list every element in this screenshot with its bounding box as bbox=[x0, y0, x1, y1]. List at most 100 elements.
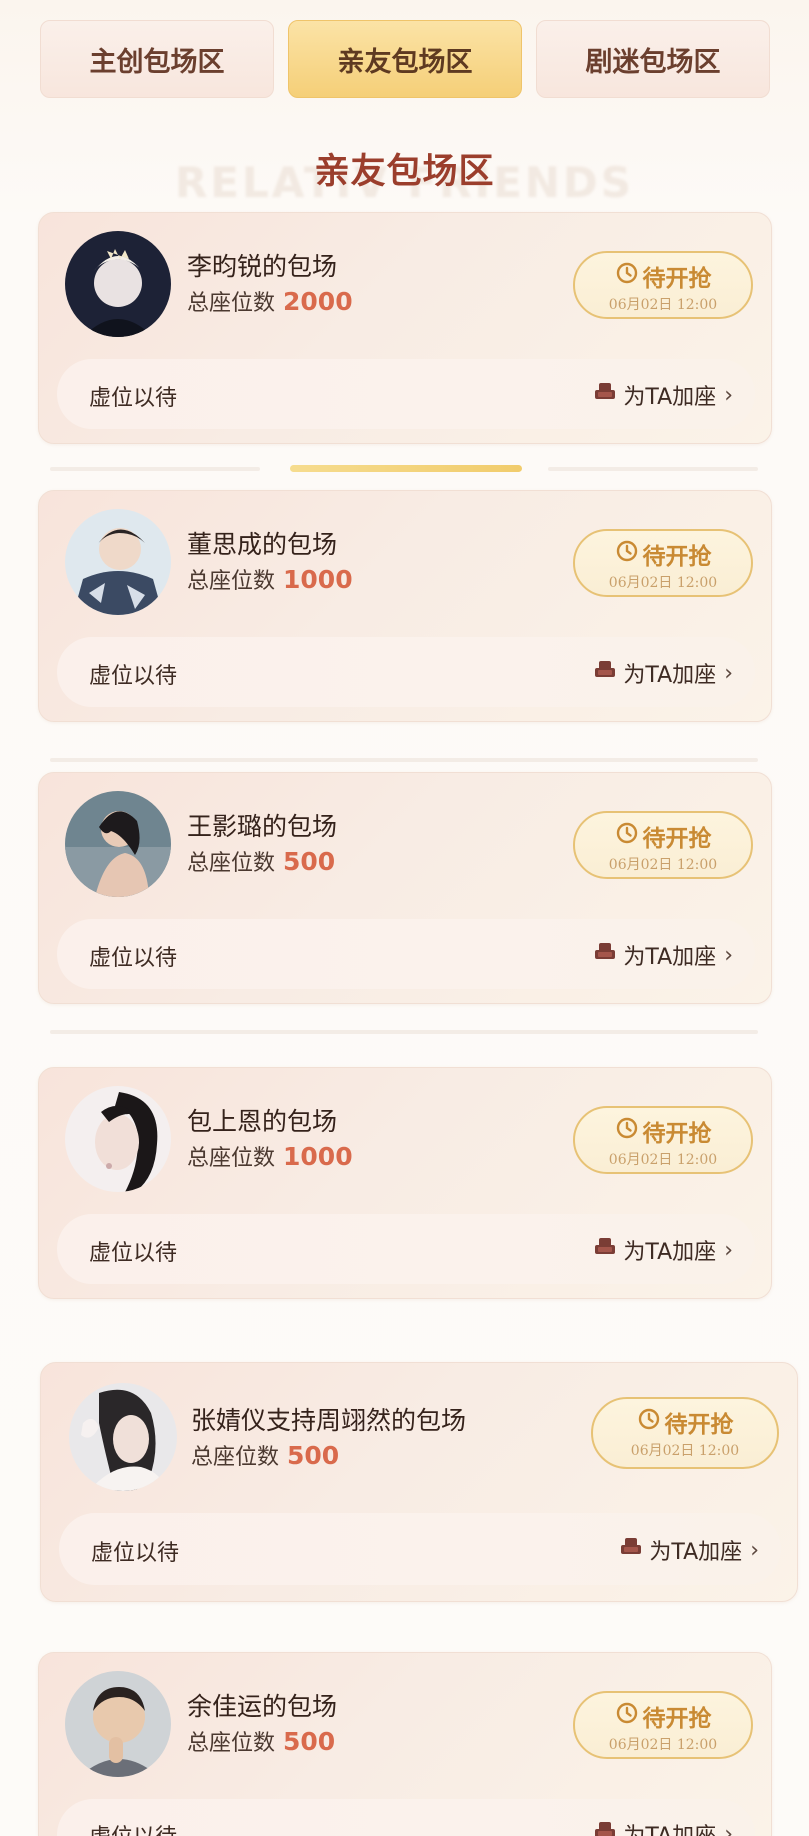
booking-card: 李昀锐的包场 总座位数 2000 待开抢 06月02日 12:00 虚位以待 为T… bbox=[38, 212, 772, 444]
status-label: 待开抢 bbox=[642, 266, 712, 292]
booking-card: 张婧仪支持周翊然的包场 总座位数 500 待开抢 06月02日 12:00 虚位以… bbox=[40, 1362, 798, 1602]
seat-count-value: 500 bbox=[287, 1441, 340, 1470]
seat-count-label: 总座位数 bbox=[187, 1731, 276, 1756]
booking-card: 王影璐的包场 总座位数 500 待开抢 06月02日 12:00 虚位以待 为TA… bbox=[38, 772, 772, 1004]
chevron-right-icon: › bbox=[750, 1537, 759, 1563]
seat-count-label: 总座位数 bbox=[187, 569, 276, 594]
booking-name: 王影璐的包场 bbox=[187, 812, 338, 841]
seat-count-value: 500 bbox=[283, 847, 336, 876]
clock-icon bbox=[637, 1407, 661, 1437]
add-seat-label: 为TA加座 bbox=[649, 1540, 743, 1565]
seat-icon bbox=[593, 659, 617, 687]
status-time: 06月02日 12:00 bbox=[608, 1737, 718, 1753]
vacancy-text: 虚位以待 bbox=[89, 386, 178, 411]
tab-fans-zone[interactable]: 剧迷包场区 bbox=[536, 20, 770, 98]
add-seat-label: 为TA加座 bbox=[623, 945, 717, 970]
status-time: 06月02日 12:00 bbox=[608, 857, 718, 873]
seat-count: 总座位数 1000 bbox=[187, 1140, 353, 1172]
clock-icon bbox=[615, 261, 639, 291]
status-label: 待开抢 bbox=[642, 544, 712, 570]
add-seat-label: 为TA加座 bbox=[623, 1240, 717, 1265]
chevron-right-icon: › bbox=[724, 382, 733, 408]
add-seat-button[interactable]: 为TA加座 › bbox=[619, 1534, 759, 1566]
zone-tabs: 主创包场区 亲友包场区 剧迷包场区 bbox=[40, 20, 770, 98]
section-title: 亲友包场区 bbox=[314, 152, 495, 192]
status-label: 待开抢 bbox=[642, 826, 712, 852]
divider bbox=[50, 758, 758, 762]
divider bbox=[50, 467, 260, 471]
booking-name: 包上恩的包场 bbox=[187, 1107, 338, 1136]
add-seat-button[interactable]: 为TA加座 › bbox=[593, 657, 733, 689]
tab-creator-zone[interactable]: 主创包场区 bbox=[40, 20, 274, 98]
tab-friends-zone[interactable]: 亲友包场区 bbox=[288, 20, 522, 98]
seat-row[interactable]: 虚位以待 为TA加座 › bbox=[57, 1214, 755, 1284]
seat-icon bbox=[619, 1536, 643, 1564]
divider bbox=[50, 1030, 758, 1034]
vacancy-text: 虚位以待 bbox=[89, 664, 178, 689]
seat-count-value: 2000 bbox=[283, 287, 353, 316]
booking-name: 余佳运的包场 bbox=[187, 1692, 338, 1721]
status-badge[interactable]: 待开抢 06月02日 12:00 bbox=[573, 1691, 753, 1759]
add-seat-label: 为TA加座 bbox=[623, 1818, 716, 1836]
status-time: 06月02日 12:00 bbox=[608, 575, 718, 591]
status-time: 06月02日 12:00 bbox=[630, 1443, 740, 1459]
add-seat-button[interactable]: 为TA加座 › bbox=[593, 1818, 733, 1836]
vacancy-text: 虚位以待 bbox=[89, 1241, 178, 1266]
clock-icon bbox=[615, 1701, 639, 1731]
add-seat-button[interactable]: 为TA加座 › bbox=[593, 379, 733, 411]
clock-icon bbox=[615, 821, 639, 851]
booking-card: 包上恩的包场 总座位数 1000 待开抢 06月02日 12:00 虚位以待 为T… bbox=[38, 1067, 772, 1299]
avatar bbox=[65, 1671, 171, 1777]
status-badge[interactable]: 待开抢 06月02日 12:00 bbox=[573, 251, 753, 319]
booking-name: 张婧仪支持周翊然的包场 bbox=[191, 1406, 467, 1435]
status-label: 待开抢 bbox=[642, 1121, 712, 1147]
booking-card: 董思成的包场 总座位数 1000 待开抢 06月02日 12:00 虚位以待 为T… bbox=[38, 490, 772, 722]
seat-count-value: 500 bbox=[283, 1727, 336, 1756]
seat-icon bbox=[593, 941, 617, 969]
seat-count-label: 总座位数 bbox=[187, 851, 276, 876]
seat-row[interactable]: 虚位以待 为TA加座 › bbox=[57, 919, 755, 989]
seat-count-label: 总座位数 bbox=[187, 1146, 276, 1171]
chevron-right-icon: › bbox=[724, 1237, 733, 1263]
avatar bbox=[65, 231, 171, 337]
avatar bbox=[69, 1383, 177, 1491]
status-badge[interactable]: 待开抢 06月02日 12:00 bbox=[573, 1106, 753, 1174]
seat-row[interactable]: 虚位以待 为TA加座 › bbox=[57, 637, 755, 707]
seat-count: 总座位数 1000 bbox=[187, 563, 353, 595]
status-badge[interactable]: 待开抢 06月02日 12:00 bbox=[573, 529, 753, 597]
add-seat-button[interactable]: 为TA加座 › bbox=[593, 939, 733, 971]
divider bbox=[548, 467, 758, 471]
avatar bbox=[65, 791, 171, 897]
status-time: 06月02日 12:00 bbox=[608, 1152, 718, 1168]
add-seat-label: 为TA加座 bbox=[623, 385, 717, 410]
seat-count-label: 总座位数 bbox=[187, 291, 276, 316]
divider bbox=[290, 465, 522, 472]
seat-row[interactable]: 虚位以待 为TA加座 › bbox=[57, 1799, 755, 1836]
add-seat-label: 为TA加座 bbox=[623, 663, 717, 688]
clock-icon bbox=[615, 1116, 639, 1146]
status-badge[interactable]: 待开抢 06月02日 12:00 bbox=[591, 1397, 779, 1469]
seat-count: 总座位数 500 bbox=[187, 845, 335, 877]
chevron-right-icon: › bbox=[724, 942, 733, 968]
avatar bbox=[65, 509, 171, 615]
page: { "tabs": [ {"label": "主创包场区", "active":… bbox=[0, 0, 809, 1836]
vacancy-text: 虚位以待 bbox=[89, 946, 178, 971]
vacancy-text: 虚位以待 bbox=[89, 1819, 177, 1836]
booking-name: 李昀锐的包场 bbox=[187, 252, 338, 281]
vacancy-text: 虚位以待 bbox=[91, 1541, 180, 1566]
add-seat-button[interactable]: 为TA加座 › bbox=[593, 1234, 733, 1266]
seat-count: 总座位数 2000 bbox=[187, 285, 353, 317]
seat-icon bbox=[593, 1820, 617, 1836]
seat-row[interactable]: 虚位以待 为TA加座 › bbox=[57, 359, 755, 429]
seat-count-value: 1000 bbox=[283, 1142, 353, 1171]
seat-icon bbox=[593, 381, 617, 409]
seat-count: 总座位数 500 bbox=[191, 1439, 339, 1471]
status-badge[interactable]: 待开抢 06月02日 12:00 bbox=[573, 811, 753, 879]
seat-row[interactable]: 虚位以待 为TA加座 › bbox=[59, 1513, 781, 1585]
avatar bbox=[65, 1086, 171, 1192]
chevron-right-icon: › bbox=[724, 1821, 733, 1836]
seat-count: 总座位数 500 bbox=[187, 1725, 335, 1757]
clock-icon bbox=[615, 539, 639, 569]
seat-count-value: 1000 bbox=[283, 565, 353, 594]
chevron-right-icon: › bbox=[724, 660, 733, 686]
